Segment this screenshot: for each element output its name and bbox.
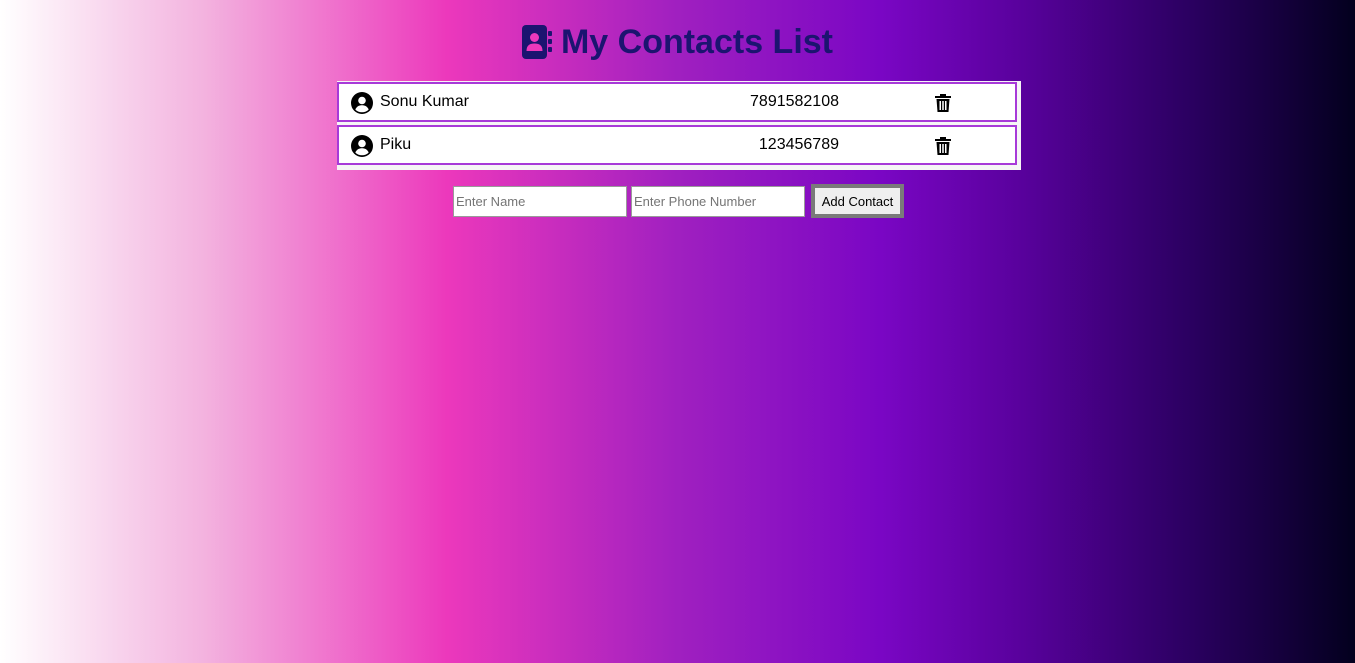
user-circle-icon — [351, 92, 373, 114]
phone-input[interactable] — [631, 185, 805, 217]
contact-row: Sonu Kumar 7891582108 — [337, 82, 1017, 122]
contact-phone: 7891582108 — [750, 93, 839, 110]
page-title: My Contacts List — [560, 23, 834, 61]
contact-name: Sonu Kumar — [380, 93, 469, 110]
trash-icon[interactable] — [935, 94, 951, 112]
user-circle-icon — [351, 135, 373, 157]
trash-icon[interactable] — [935, 137, 951, 155]
contact-name: Piku — [380, 136, 412, 153]
add-contact-button[interactable]: Add Contact — [811, 184, 904, 218]
contact-list: Sonu Kumar 7891582108 Piku 123456789 — [337, 81, 1021, 170]
page-header: My Contacts List — [0, 22, 1355, 62]
contact-row: Piku 123456789 — [337, 125, 1017, 165]
add-contact-form: Add Contact — [453, 184, 904, 218]
name-input[interactable] — [453, 185, 627, 217]
contact-phone: 123456789 — [758, 136, 839, 153]
address-book-icon — [521, 25, 552, 59]
